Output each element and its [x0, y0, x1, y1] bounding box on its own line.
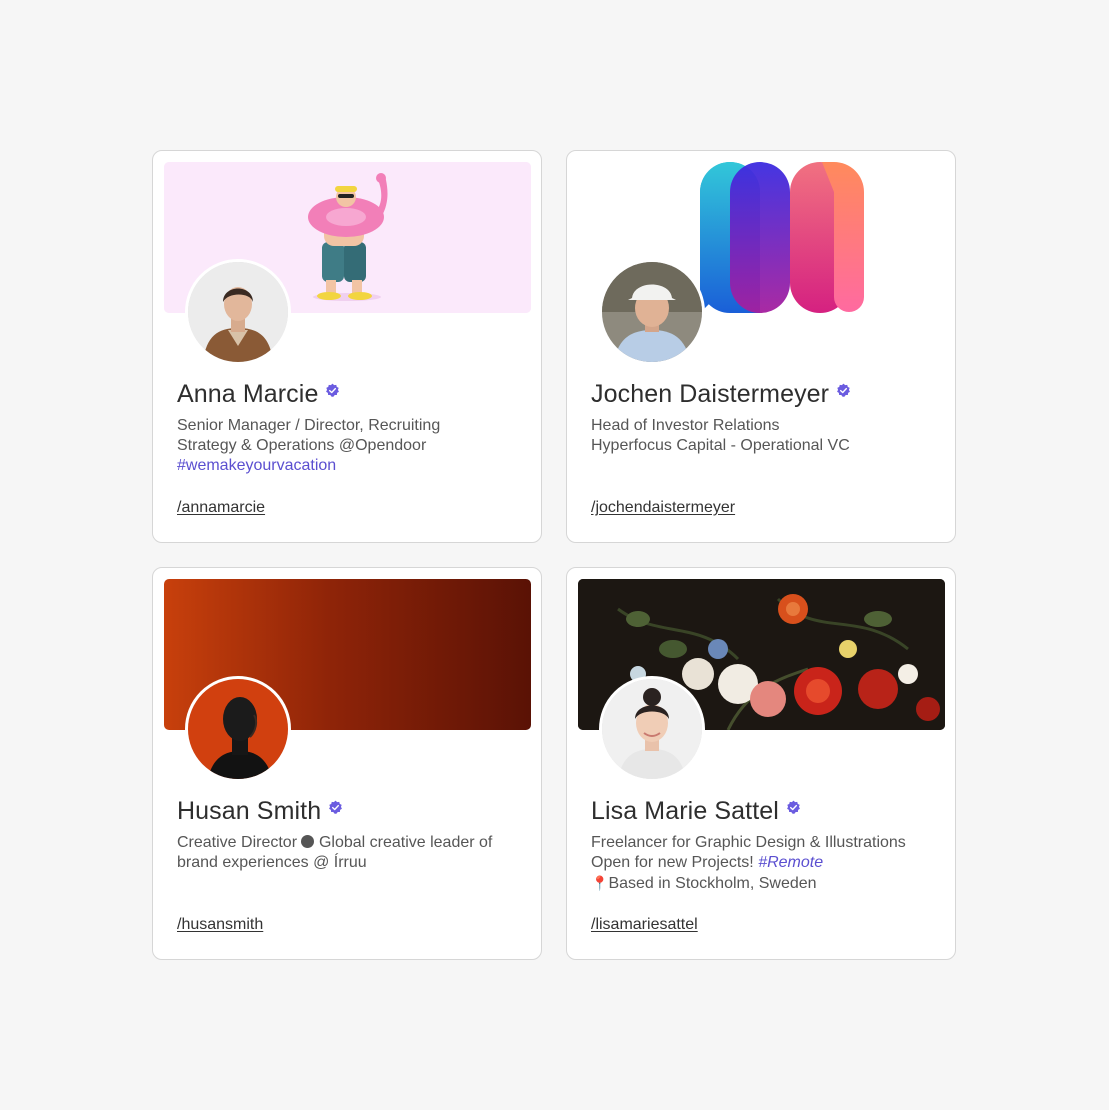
profile-name[interactable]: Husan Smith [177, 797, 321, 826]
bio-line: brand experiences @ Írruu [177, 854, 367, 871]
location-pin-icon: 📍 [591, 875, 609, 891]
avatar[interactable] [185, 676, 291, 782]
profile-name[interactable]: Jochen Daistermeyer [591, 380, 829, 409]
bio-line: Head of Investor Relations [591, 417, 780, 434]
bio-line: Strategy & Operations @Opendoor [177, 437, 427, 454]
location-text: Based in Stockholm, Sweden [608, 875, 817, 892]
profile-handle-link[interactable]: /husansmith [177, 916, 263, 934]
bio-line: Freelancer for Graphic Design & Illustra… [591, 834, 906, 851]
bio-line: Senior Manager / Director, Recruiting [177, 417, 441, 434]
profile-bio: Freelancer for Graphic Design & Illustra… [591, 833, 941, 894]
avatar[interactable] [185, 259, 291, 365]
avatar[interactable] [599, 676, 705, 782]
hashtag-link[interactable]: #wemakeyourvacation [177, 456, 527, 476]
verified-badge-icon [786, 800, 800, 814]
profile-bio: Head of Investor Relations Hyperfocus Ca… [591, 416, 941, 456]
profile-card-anna-marcie[interactable]: Anna Marcie Senior Manager / Director, R… [152, 150, 542, 543]
avatar[interactable] [599, 259, 705, 365]
profile-name[interactable]: Anna Marcie [177, 380, 318, 409]
profile-handle-link[interactable]: /jochendaistermeyer [591, 499, 735, 517]
verified-badge-icon [326, 383, 340, 397]
profile-name[interactable]: Lisa Marie Sattel [591, 797, 779, 826]
profile-card-jochen-daistermeyer[interactable]: Jochen Daistermeyer Head of Investor Rel… [566, 150, 956, 543]
hashtag-link[interactable]: #Remote [758, 854, 823, 871]
profile-name-row: Lisa Marie Sattel [591, 797, 801, 826]
profile-name-row: Jochen Daistermeyer [591, 380, 851, 409]
bio-suffix: Global creative leader of [318, 834, 493, 851]
verified-badge-icon [837, 383, 851, 397]
profile-bio: Senior Manager / Director, Recruiting St… [177, 416, 527, 476]
bio-prefix: Creative Director [177, 834, 298, 851]
profile-name-row: Husan Smith [177, 797, 343, 826]
verified-badge-icon [329, 800, 343, 814]
bio-text: Open for new Projects! [591, 854, 754, 871]
bio-line: Hyperfocus Capital - Operational VC [591, 437, 850, 454]
profile-card-lisa-marie-sattel[interactable]: Lisa Marie Sattel Freelancer for Graphic… [566, 567, 956, 960]
bio-line: Creative Director Global creative leader… [177, 833, 527, 853]
profile-handle-link[interactable]: /lisamariesattel [591, 916, 698, 934]
profile-handle-link[interactable]: /annamarcie [177, 499, 265, 517]
profile-bio: Creative Director Global creative leader… [177, 833, 527, 873]
dot-separator-icon [301, 835, 315, 848]
profile-card-husan-smith[interactable]: Husan Smith Creative Director Global cre… [152, 567, 542, 960]
bio-line: Open for new Projects! #Remote [591, 853, 941, 873]
bio-line: 📍Based in Stockholm, Sweden [591, 873, 941, 894]
profile-name-row: Anna Marcie [177, 380, 340, 409]
